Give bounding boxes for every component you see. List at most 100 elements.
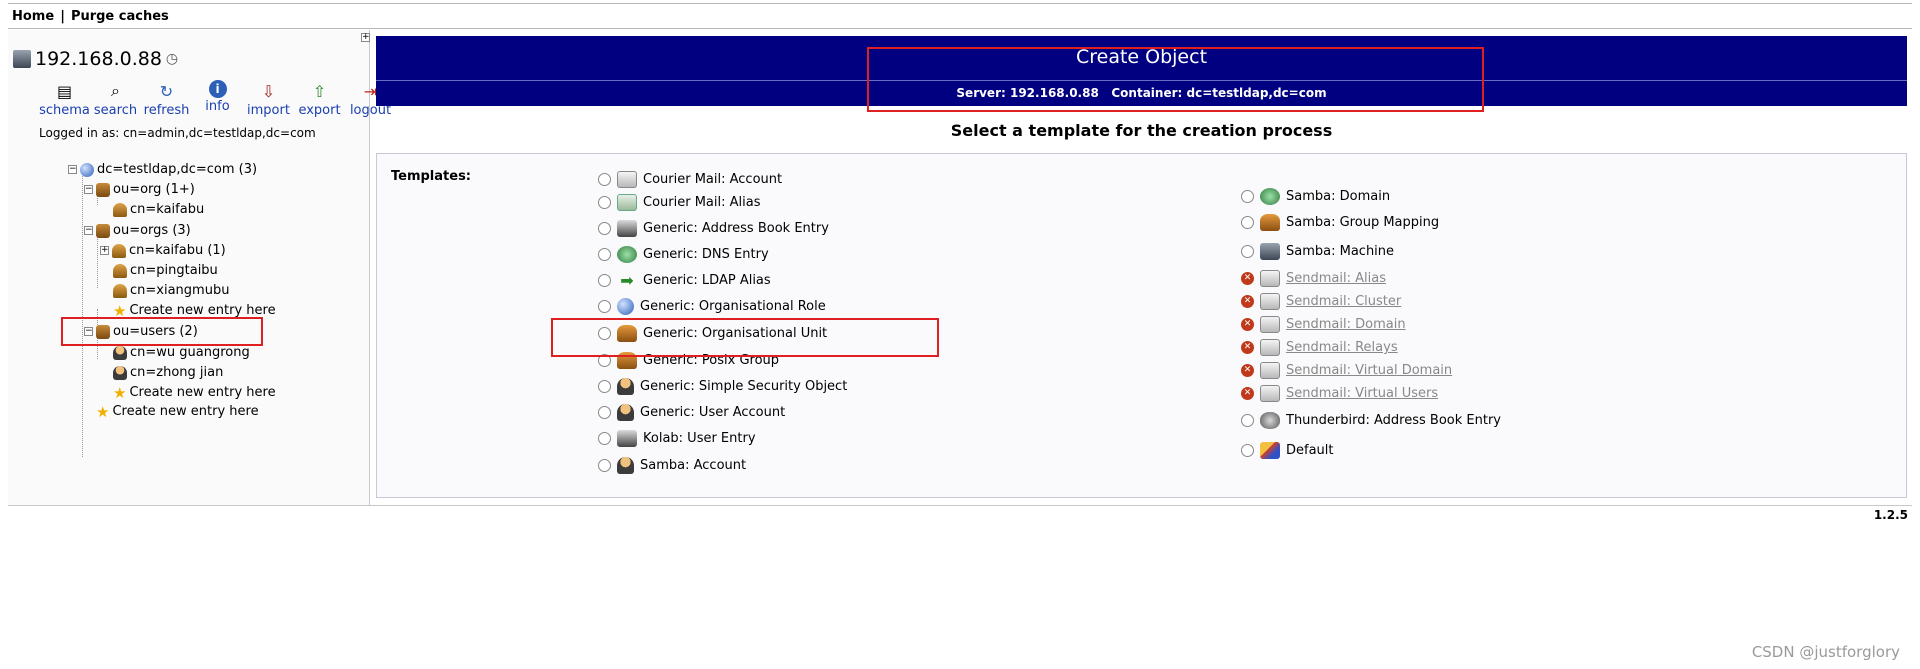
home-link[interactable]: Home xyxy=(12,9,54,24)
collapse-toggle[interactable]: − xyxy=(68,165,77,174)
template-radio[interactable] xyxy=(598,173,611,186)
address-book-icon xyxy=(617,220,637,237)
mail-icon xyxy=(1260,385,1280,402)
template-option-org-unit[interactable]: Generic: Organisational Unit xyxy=(598,325,827,342)
tree-panel: + 192.168.0.88 ◷ ▤ schema ⌕ search ↻ ref… xyxy=(8,30,391,506)
template-option[interactable]: ➡ Generic: LDAP Alias xyxy=(598,272,771,289)
template-radio[interactable] xyxy=(598,248,611,261)
template-option[interactable]: Kolab: User Entry xyxy=(598,430,756,447)
info-button[interactable]: i info xyxy=(192,80,243,118)
import-button[interactable]: ⇩ import xyxy=(243,80,294,119)
template-option[interactable]: Generic: Posix Group xyxy=(598,352,779,369)
template-radio[interactable] xyxy=(1241,444,1254,457)
template-radio[interactable] xyxy=(1241,414,1254,427)
template-option-disabled: ✕ Sendmail: Virtual Domain xyxy=(1241,362,1452,379)
expand-toggle[interactable]: + xyxy=(100,246,109,255)
tree-node-ou-org[interactable]: − ou=org (1+) xyxy=(84,182,195,197)
mail-icon xyxy=(1260,316,1280,333)
tree-node-label: dc=testldap,dc=com (3) xyxy=(97,162,258,177)
tree-node-cn-pingtaibu[interactable]: cn=pingtaibu xyxy=(113,263,218,278)
template-radio[interactable] xyxy=(598,432,611,445)
template-radio[interactable] xyxy=(598,222,611,235)
tree-node-cn-kaifabu-2[interactable]: + cn=kaifabu (1) xyxy=(100,243,226,258)
org-unit-icon xyxy=(113,283,127,298)
template-option[interactable]: Courier Mail: Alias xyxy=(598,194,760,211)
template-option[interactable]: Generic: Organisational Role xyxy=(598,298,826,315)
search-label: search xyxy=(93,103,138,118)
template-label: Sendmail: Domain xyxy=(1286,317,1406,332)
server-label: Server: xyxy=(956,86,1006,100)
tree-node-create-users[interactable]: ★ Create new entry here xyxy=(113,385,276,400)
template-label: Samba: Machine xyxy=(1286,244,1395,259)
org-unit-icon xyxy=(112,243,126,258)
template-option[interactable]: Generic: Simple Security Object xyxy=(598,378,847,395)
create-entry-link: Create new entry here xyxy=(129,303,276,318)
template-label: Samba: Domain xyxy=(1286,189,1391,204)
template-label: Default xyxy=(1286,443,1334,458)
template-label: Courier Mail: Alias xyxy=(643,195,761,210)
user-icon xyxy=(617,378,634,395)
templates-box: Templates: Courier Mail: Account Courier… xyxy=(376,153,1907,498)
template-radio[interactable] xyxy=(1241,216,1254,229)
tree-node-cn-zhong[interactable]: cn=zhong jian xyxy=(113,365,223,380)
template-option[interactable]: Generic: Address Book Entry xyxy=(598,220,829,237)
thunderbird-icon xyxy=(1260,412,1280,429)
template-option[interactable]: Thunderbird: Address Book Entry xyxy=(1241,412,1501,429)
expand-panel-button[interactable]: + xyxy=(361,33,370,42)
tree-node-label: ou=users (2) xyxy=(113,324,198,339)
server-name[interactable]: 192.168.0.88 xyxy=(35,48,162,70)
template-option[interactable]: Samba: Domain xyxy=(1241,188,1390,205)
tree-node-label: ou=orgs (3) xyxy=(113,223,191,238)
breadcrumb-bar: Home | Purge caches xyxy=(8,3,1912,29)
watermark: CSDN @justforglory xyxy=(1751,643,1900,661)
tree-node-cn-kaifabu[interactable]: cn=kaifabu xyxy=(113,202,204,217)
tree-node-root[interactable]: − dc=testldap,dc=com (3) xyxy=(68,162,257,177)
schema-icon: ▤ xyxy=(56,81,73,101)
template-option[interactable]: Samba: Machine xyxy=(1241,243,1394,260)
template-radio[interactable] xyxy=(598,327,611,340)
template-option[interactable]: Samba: Group Mapping xyxy=(1241,214,1439,231)
tree-node-create-orgs[interactable]: ★ Create new entry here xyxy=(113,303,276,318)
template-radio[interactable] xyxy=(598,354,611,367)
template-option[interactable]: Samba: Account xyxy=(598,457,746,474)
collapse-toggle[interactable]: − xyxy=(84,226,93,235)
template-radio[interactable] xyxy=(598,300,611,313)
collapse-toggle[interactable]: − xyxy=(84,185,93,194)
template-radio[interactable] xyxy=(598,406,611,419)
export-button[interactable]: ⇧ export xyxy=(294,80,345,119)
template-radio[interactable] xyxy=(1241,190,1254,203)
tree-node-create-root[interactable]: ★ Create new entry here xyxy=(96,404,259,419)
collapse-toggle[interactable]: − xyxy=(84,327,93,336)
refresh-icon: ↻ xyxy=(159,81,174,101)
arrow-right-icon: ➡ xyxy=(620,271,634,290)
info-label: info xyxy=(205,99,230,114)
mail-icon xyxy=(1260,362,1280,379)
tree-node-cn-wu[interactable]: cn=wu guangrong xyxy=(113,345,250,360)
template-radio[interactable] xyxy=(1241,245,1254,258)
mail-alias-icon xyxy=(617,194,637,211)
monitor-icon xyxy=(1260,243,1280,260)
purge-caches-link[interactable]: Purge caches xyxy=(71,9,169,24)
disabled-x-icon: ✕ xyxy=(1241,341,1254,354)
refresh-button[interactable]: ↻ refresh xyxy=(141,80,192,119)
tree-node-cn-xiangmubu[interactable]: cn=xiangmubu xyxy=(113,283,229,298)
template-radio[interactable] xyxy=(598,380,611,393)
tree-node-label: cn=pingtaibu xyxy=(130,263,218,278)
template-radio[interactable] xyxy=(598,196,611,209)
template-option[interactable]: Courier Mail: Account xyxy=(598,171,782,188)
tree-node-ou-users[interactable]: − ou=users (2) xyxy=(84,324,198,339)
template-radio[interactable] xyxy=(598,274,611,287)
user-icon xyxy=(113,365,127,380)
create-entry-link: Create new entry here xyxy=(112,404,259,419)
template-option[interactable]: Generic: DNS Entry xyxy=(598,246,769,263)
globe-icon xyxy=(617,298,634,315)
template-option[interactable]: Generic: User Account xyxy=(598,404,785,421)
tree-node-ou-orgs[interactable]: − ou=orgs (3) xyxy=(84,223,191,238)
search-button[interactable]: ⌕ search xyxy=(90,80,141,118)
schema-button[interactable]: ▤ schema xyxy=(39,80,90,119)
template-option[interactable]: Default xyxy=(1241,442,1334,459)
template-radio[interactable] xyxy=(598,459,611,472)
tree-node-label: ou=org (1+) xyxy=(113,182,195,197)
create-entry-link: Create new entry here xyxy=(129,385,276,400)
mail-account-icon xyxy=(617,171,637,188)
